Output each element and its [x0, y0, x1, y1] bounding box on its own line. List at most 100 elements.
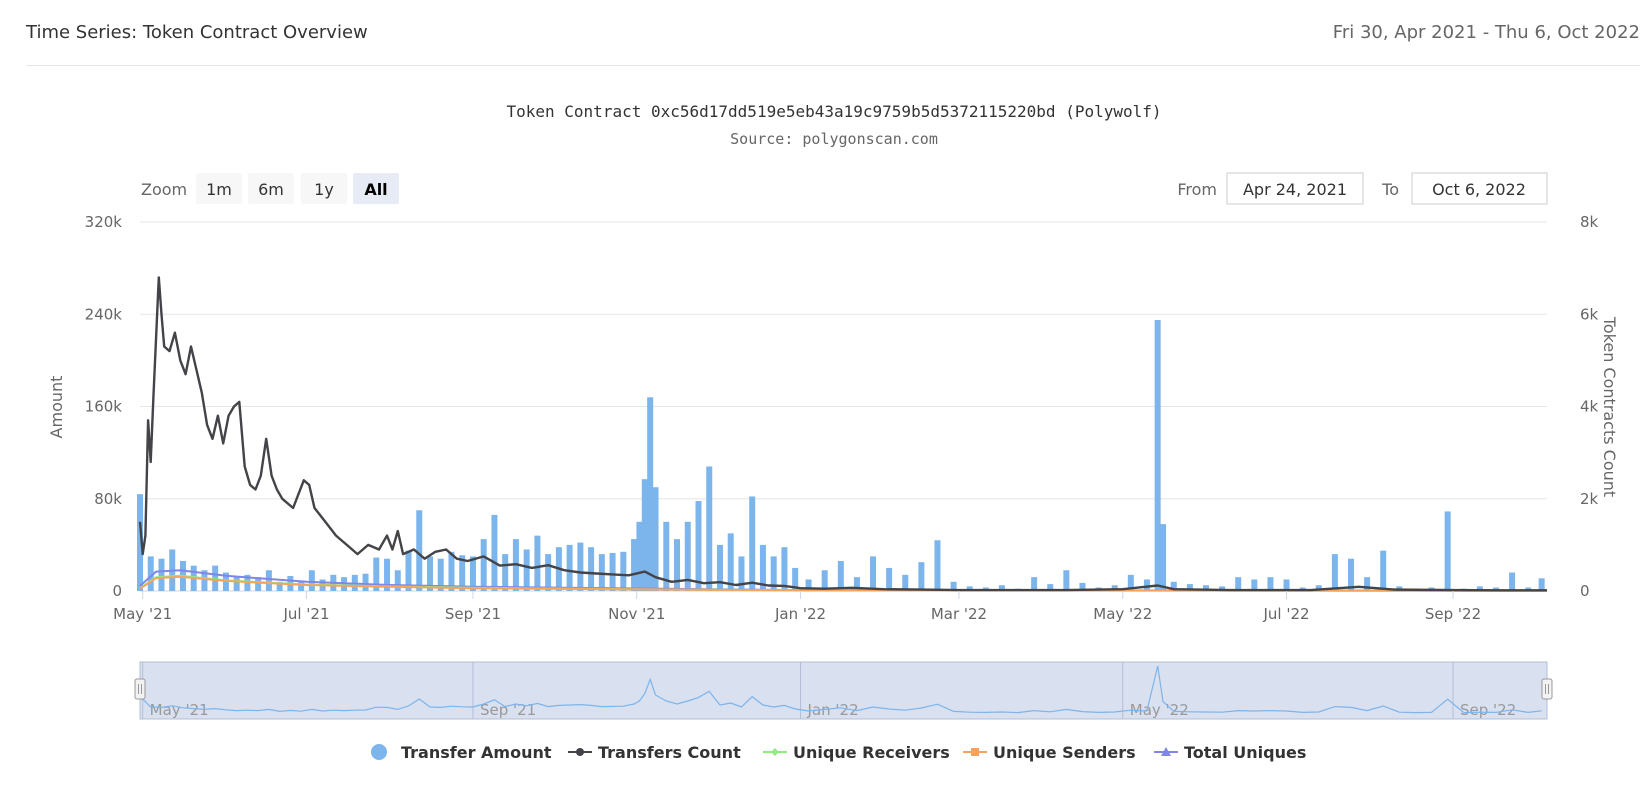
transfer-amount-bar — [727, 533, 734, 591]
transfer-amount-bar — [534, 535, 541, 591]
legend-marker-icon — [771, 748, 779, 756]
transfer-amount-bar — [631, 539, 638, 591]
y-axis-title: Amount — [47, 376, 66, 439]
transfer-amount-bar — [1063, 570, 1070, 591]
transfer-amount-bar — [641, 479, 648, 591]
zoom-button-all-label: All — [364, 180, 387, 199]
y-tick-label: 320k — [85, 213, 123, 231]
transfer-amount-bar — [636, 521, 643, 591]
zoom-button-1m[interactable]: 1m — [196, 173, 242, 204]
y2-tick-label: 4k — [1580, 398, 1599, 416]
chart-canvas: Token Contract 0xc56d17dd519e5eb43a19c97… — [47, 102, 1619, 762]
legend-item-label: Unique Senders — [993, 743, 1136, 762]
transfer-amount-bar — [1444, 511, 1451, 591]
transfer-amount-bar — [738, 556, 745, 591]
transfer-amount-bar — [1380, 550, 1387, 591]
x-tick-label: Mar '22 — [931, 605, 987, 623]
legend-item-transfers-count[interactable]: Transfers Count — [568, 743, 741, 762]
transfer-amount-bar — [674, 539, 681, 591]
navigator[interactable]: May '21 Sep '21 Jan '22 May '22 Sep '22 — [134, 661, 1553, 720]
zoom-button-6m[interactable]: 6m — [248, 173, 294, 204]
range-selector: Zoom 1m 6m 1y All From Apr 24, 2021 To O… — [141, 172, 1548, 205]
transfer-amount-bar — [158, 558, 165, 591]
legend-item-total-uniques[interactable]: Total Uniques — [1154, 743, 1306, 762]
transfer-amount-bar — [1154, 320, 1161, 591]
x-tick-label: Jul '21 — [282, 605, 329, 623]
y-tick-label: 0 — [112, 582, 122, 600]
legend-marker-icon — [971, 748, 979, 756]
transfer-amount-bar — [265, 570, 272, 591]
transfer-amount-bar — [695, 501, 702, 591]
transfer-amount-bar — [749, 496, 756, 591]
transfer-amount-bar — [886, 567, 893, 591]
transfer-amount-bar — [502, 554, 509, 591]
y-tick-label: 80k — [94, 490, 122, 508]
transfer-amount-bar — [918, 562, 925, 591]
legend-item-transfer-amount[interactable]: Transfer Amount — [371, 743, 552, 762]
line-series — [138, 276, 1548, 592]
zoom-button-6m-label: 6m — [258, 180, 284, 199]
from-date-value: Apr 24, 2021 — [1243, 180, 1347, 199]
zoom-button-1y[interactable]: 1y — [301, 173, 347, 204]
legend-item-label: Unique Receivers — [793, 743, 950, 762]
transfer-amount-bar — [706, 466, 713, 591]
transfer-amount-bar — [1509, 572, 1516, 591]
x-tick-label: Jul '22 — [1263, 605, 1310, 623]
transfer-amount-bar — [781, 547, 788, 591]
y2-tick-label: 0 — [1580, 582, 1590, 600]
transfer-amount-bar — [609, 552, 616, 591]
y-tick-label: 160k — [85, 398, 123, 416]
x-axis: May '21 Jul '21 Sep '21 Nov '21 Jan '22 Mar '… — [113, 591, 1481, 623]
transfer-amount-bar — [566, 544, 573, 591]
y-axis-right: 0 2k 4k 6k 8k — [1580, 213, 1599, 600]
legend-item-label: Transfer Amount — [401, 743, 552, 762]
transfer-amount-bar — [491, 514, 498, 591]
navigator-tick-label: Sep '21 — [480, 701, 536, 719]
y2-tick-label: 8k — [1580, 213, 1599, 231]
transfer-amount-bar — [362, 573, 369, 591]
transfer-amount-bar — [416, 510, 423, 591]
legend-item-unique-senders[interactable]: Unique Senders — [963, 743, 1136, 762]
zoom-button-all[interactable]: All — [353, 173, 399, 204]
transfer-amount-bar — [448, 551, 455, 591]
series-transfer-amount — [137, 320, 1545, 591]
transfer-amount-bar — [545, 554, 552, 591]
legend-marker-icon — [576, 748, 584, 756]
zoom-button-1y-label: 1y — [314, 180, 334, 199]
x-tick-label: Sep '22 — [1425, 605, 1481, 623]
transfer-amount-bar — [308, 570, 315, 591]
transfer-amount-bar — [1364, 577, 1371, 591]
x-tick-label: May '21 — [113, 605, 172, 623]
from-label: From — [1177, 180, 1217, 199]
y-tick-label: 240k — [85, 305, 123, 323]
transfer-amount-bar — [523, 549, 530, 591]
y2-tick-label: 2k — [1580, 490, 1599, 508]
legend-item-unique-receivers[interactable]: Unique Receivers — [763, 743, 950, 762]
x-tick-label: May '22 — [1093, 605, 1152, 623]
zoom-label: Zoom — [141, 180, 187, 199]
transfer-amount-bar — [1160, 524, 1167, 591]
to-label: To — [1381, 180, 1399, 199]
to-date-value: Oct 6, 2022 — [1432, 180, 1526, 199]
legend-marker-icon — [371, 744, 387, 760]
navigator-handle-right[interactable] — [1541, 678, 1553, 700]
zoom-button-1m-label: 1m — [206, 180, 232, 199]
transfer-amount-bar — [1538, 578, 1545, 591]
x-tick-label: Jan '22 — [774, 605, 826, 623]
transfer-amount-bar — [716, 544, 723, 591]
chart-title: Token Contract 0xc56d17dd519e5eb43a19c97… — [506, 102, 1161, 121]
chart-subtitle: Source: polygonscan.com — [730, 130, 938, 148]
navigator-tick-label: May '21 — [150, 701, 209, 719]
legend-item-label: Transfers Count — [598, 743, 741, 762]
transfer-amount-bar — [588, 547, 595, 591]
transfer-amount-bar — [577, 542, 584, 591]
transfer-amount-bar — [837, 561, 844, 591]
transfer-amount-bar — [620, 551, 627, 591]
navigator-handle-left[interactable] — [134, 678, 146, 700]
gridlines — [140, 221, 1547, 592]
series-transfers-count-line — [138, 276, 1547, 592]
y2-axis-title: Token Contracts Count — [1600, 316, 1619, 497]
transfer-amount-bar — [233, 577, 240, 591]
transfer-amount-bar — [1331, 554, 1338, 591]
x-tick-label: Nov '21 — [608, 605, 665, 623]
